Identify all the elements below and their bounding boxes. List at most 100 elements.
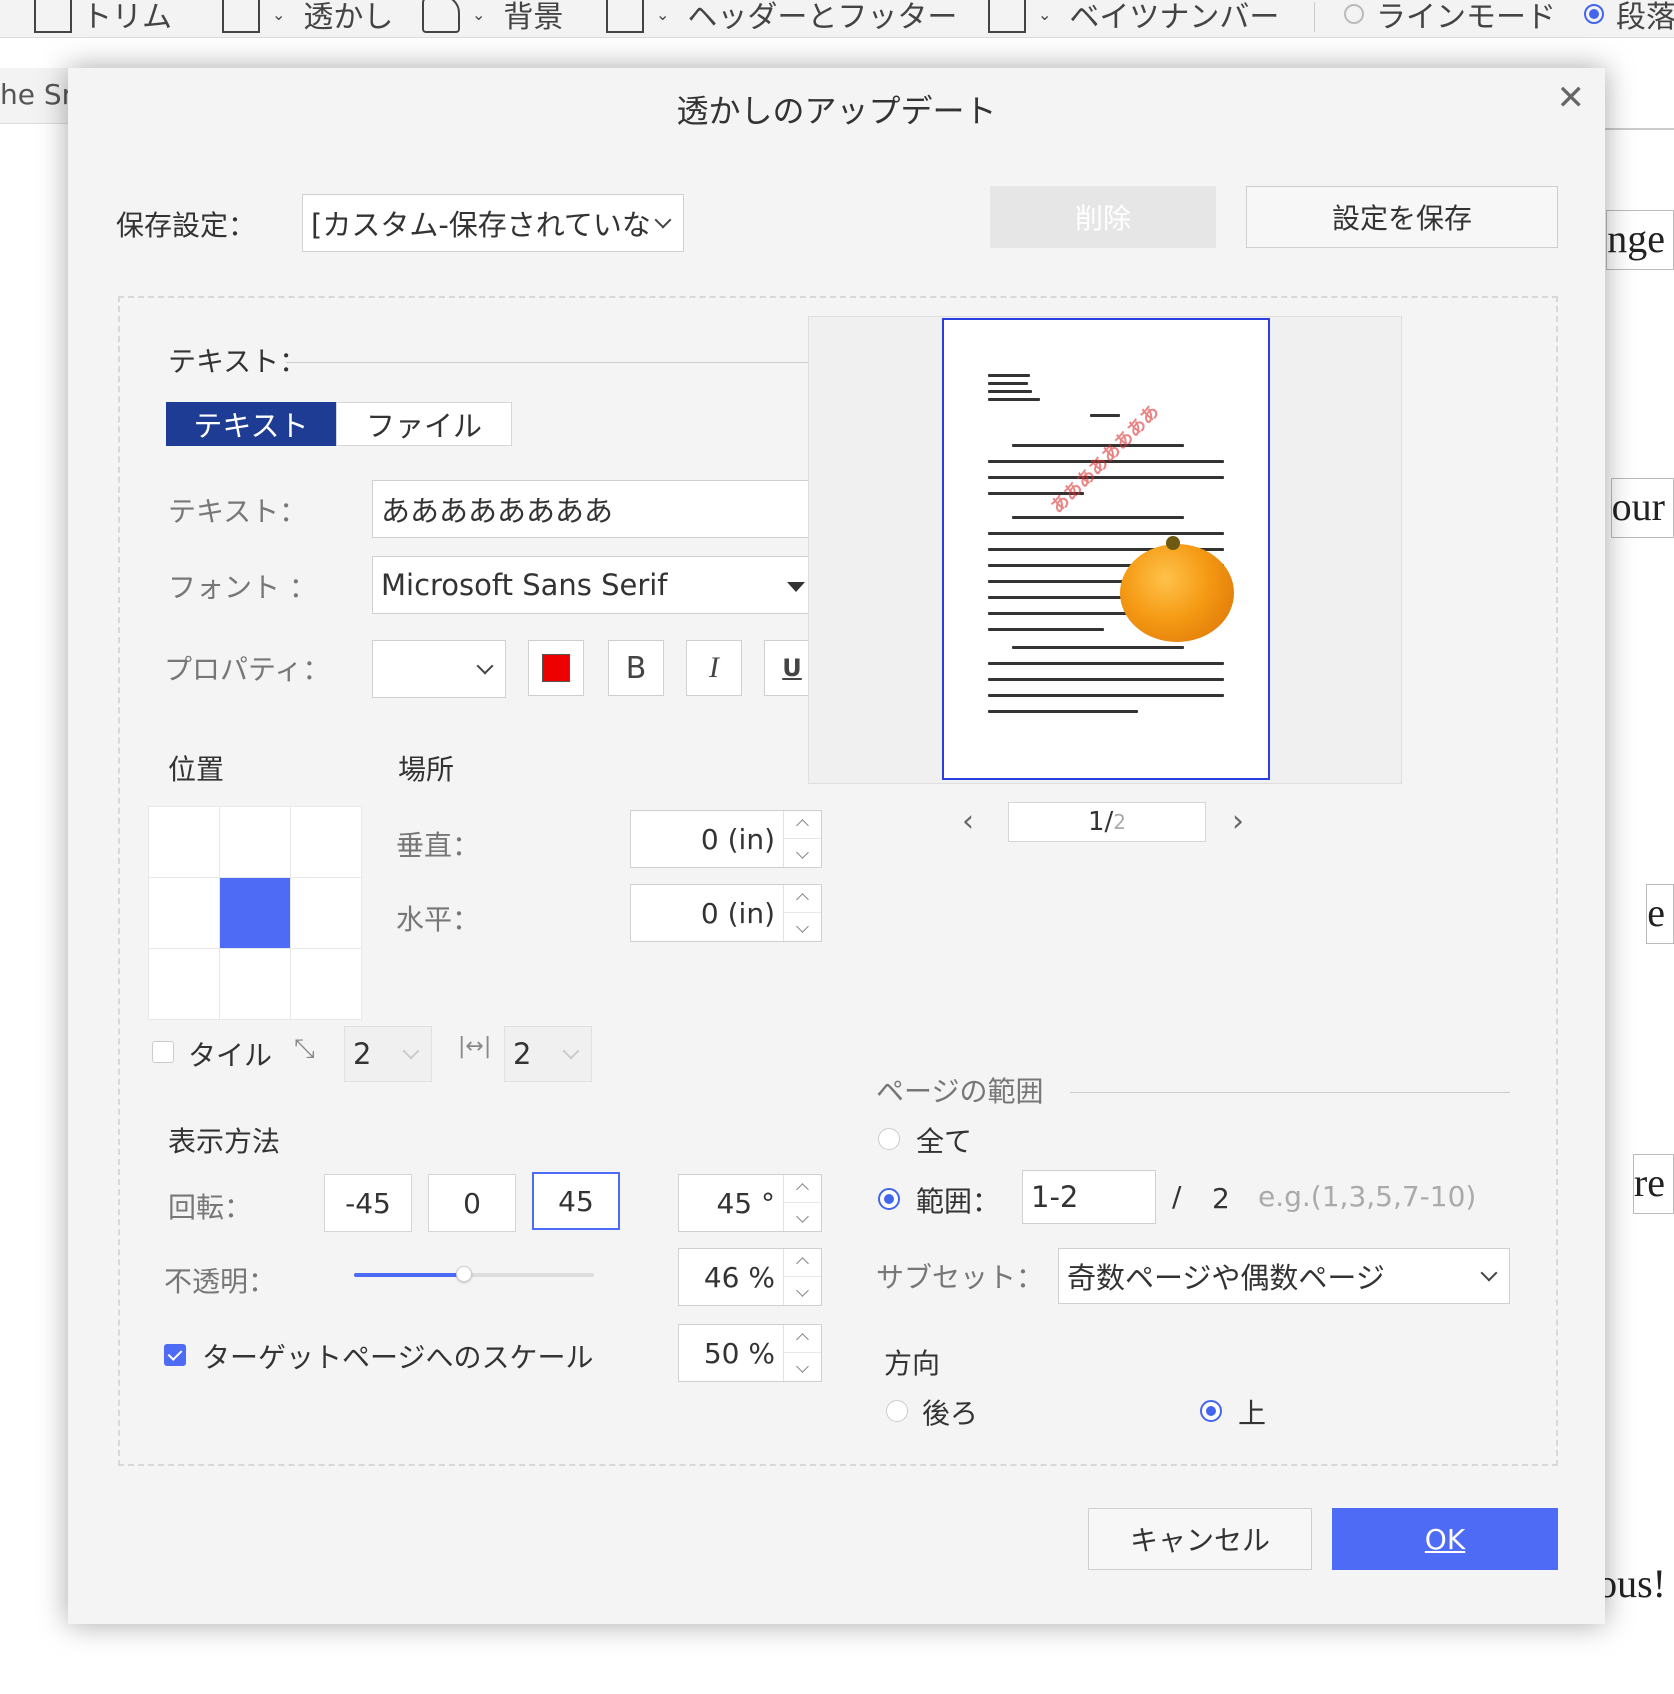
preview-image-stem [1166, 536, 1180, 550]
display-method-title: 表示方法 [168, 1125, 281, 1158]
rotation-45-button[interactable]: 45 [532, 1172, 620, 1230]
position-cell-middle-right[interactable] [291, 878, 361, 948]
chevron-down-icon [654, 211, 672, 229]
preview-text-line [988, 678, 1224, 681]
spin-up-icon[interactable] [784, 1249, 821, 1277]
page-range-all-radio[interactable] [878, 1128, 900, 1150]
close-icon[interactable]: ✕ [1557, 78, 1586, 118]
paragraph-mode-radio[interactable]: 段落 [1584, 0, 1674, 36]
save-settings-label: 保存設定： [116, 209, 257, 242]
preview-text-line [988, 694, 1224, 697]
scale-spinner[interactable]: 50 % [678, 1324, 822, 1382]
chevron-down-icon [1480, 1264, 1498, 1282]
position-cell-middle-left[interactable] [149, 878, 219, 948]
direction-front-radio[interactable] [1200, 1400, 1222, 1422]
page-range-input[interactable]: 1-2 [1022, 1170, 1156, 1224]
ok-button[interactable]: OK [1332, 1508, 1558, 1570]
spin-up-icon[interactable] [784, 1175, 821, 1203]
document-word: nge [1606, 210, 1674, 270]
toolbar-background-button[interactable]: ⌄ 背景 [422, 0, 563, 36]
spin-down-icon[interactable] [784, 1277, 821, 1305]
text-section-title: テキスト： [168, 345, 308, 378]
toolbar-bates-number-button[interactable]: ⌄ ベイツナンバー [988, 0, 1279, 36]
direction-title: 方向 [884, 1347, 941, 1380]
tile-label: タイル [188, 1039, 273, 1072]
position-cell-top-left[interactable] [149, 807, 219, 877]
chevron-down-icon: ⌄ [472, 4, 486, 24]
document-tab[interactable]: he Sn [0, 68, 70, 124]
tile-rows-select[interactable]: 2 [344, 1026, 432, 1082]
cancel-button[interactable]: キャンセル [1088, 1508, 1312, 1570]
tab-file[interactable]: ファイル [336, 402, 512, 446]
scale-to-target-checkbox[interactable] [164, 1344, 186, 1366]
toolbar-trim-button[interactable]: トリム [34, 0, 172, 36]
direction-back-radio[interactable] [886, 1400, 908, 1422]
direction-back-label: 後ろ [922, 1397, 979, 1430]
chevron-down-icon [476, 657, 494, 675]
direction-front-label: 上 [1238, 1397, 1267, 1430]
position-cell-center[interactable] [220, 878, 290, 948]
bates-number-icon [988, 0, 1026, 33]
page-indicator[interactable]: 1 / 2 [1008, 802, 1206, 842]
font-size-select[interactable] [372, 640, 506, 698]
page-range-custom-radio[interactable] [878, 1188, 900, 1210]
chevron-down-icon: ⌄ [656, 4, 670, 24]
bold-button[interactable]: B [608, 640, 664, 696]
chevron-down-icon: ⌄ [1038, 4, 1052, 24]
color-picker-button[interactable] [528, 640, 584, 696]
save-settings-select[interactable]: [カスタム-保存されていな [302, 194, 684, 252]
spin-up-icon[interactable] [784, 885, 821, 913]
opacity-slider[interactable] [354, 1266, 594, 1282]
previous-page-icon[interactable]: ‹ [962, 804, 974, 839]
spin-down-icon[interactable] [784, 1203, 821, 1231]
page-range-all-label: 全て [916, 1125, 973, 1158]
spin-down-icon[interactable] [784, 1353, 821, 1381]
spin-down-icon[interactable] [784, 913, 821, 941]
vertical-offset-spinner[interactable]: 0 (in) [630, 810, 822, 868]
horizontal-offset-spinner[interactable]: 0 (in) [630, 884, 822, 942]
preview-text-line [988, 390, 1032, 393]
position-cell-top-center[interactable] [220, 807, 290, 877]
properties-label: プロパティ： [164, 653, 331, 686]
preview-text-line [1012, 516, 1184, 519]
opacity-spinner[interactable]: 46 % [678, 1248, 822, 1306]
subset-select[interactable]: 奇数ページや偶数ページ [1058, 1248, 1510, 1304]
page-range-title: ページの範囲 [876, 1075, 1044, 1108]
italic-button[interactable]: I [686, 640, 742, 696]
position-cell-top-right[interactable] [291, 807, 361, 877]
preview-text-line [988, 710, 1138, 713]
position-cell-bottom-left[interactable] [149, 949, 219, 1019]
document-divider [1600, 128, 1674, 130]
rotation-angle-spinner[interactable]: 45 ° [678, 1174, 822, 1232]
preview-text-line [1012, 646, 1184, 649]
tile-spacing-icon: |↔| [458, 1034, 492, 1059]
tab-text[interactable]: テキスト [166, 402, 336, 446]
delete-button[interactable]: 削除 [990, 186, 1216, 248]
line-mode-radio[interactable]: ラインモード [1344, 0, 1556, 36]
chevron-down-icon: ⌄ [272, 4, 286, 24]
rotation-0-button[interactable]: 0 [428, 1174, 516, 1232]
preview-text-line [988, 532, 1224, 535]
save-settings-button[interactable]: 設定を保存 [1246, 186, 1558, 248]
rotation-label: 回転： [168, 1191, 253, 1224]
spin-up-icon[interactable] [784, 811, 821, 839]
preview-text-line [988, 382, 1028, 385]
preview-page-thumbnail: ああああああああ [942, 318, 1270, 780]
position-cell-bottom-right[interactable] [291, 949, 361, 1019]
rotation-minus-45-button[interactable]: -45 [324, 1174, 412, 1232]
opacity-slider-fill [354, 1273, 465, 1277]
watermark-text-input[interactable]: ああああああああ [372, 480, 822, 538]
next-page-icon[interactable]: › [1232, 804, 1244, 839]
preview-text-line [1090, 414, 1120, 417]
tile-checkbox[interactable] [152, 1041, 174, 1063]
preview-image [1120, 544, 1234, 642]
spin-down-icon[interactable] [784, 839, 821, 867]
vertical-label: 垂直： [396, 829, 481, 862]
tile-cols-select[interactable]: 2 [504, 1026, 592, 1082]
toolbar-header-footer-button[interactable]: ⌄ ヘッダーとフッター [606, 0, 957, 36]
font-select[interactable]: Microsoft Sans Serif [372, 556, 822, 614]
toolbar-watermark-button[interactable]: ⌄ 透かし [222, 0, 393, 36]
spin-up-icon[interactable] [784, 1325, 821, 1353]
position-cell-bottom-center[interactable] [220, 949, 290, 1019]
chevron-down-icon [402, 1042, 420, 1060]
